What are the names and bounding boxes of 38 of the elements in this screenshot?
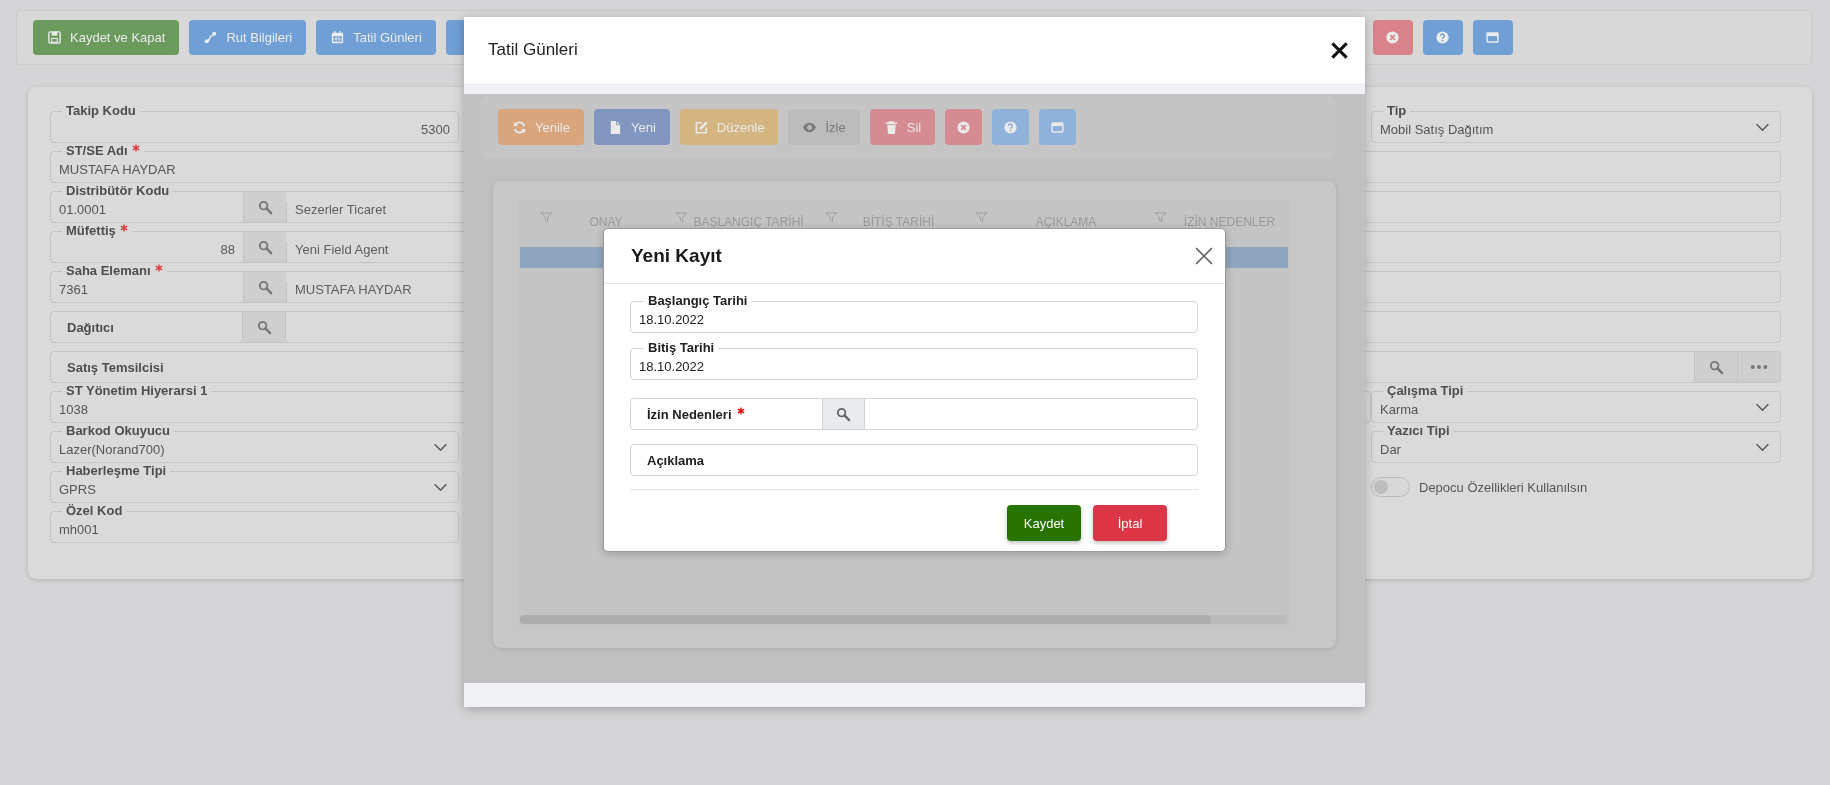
field-label: Açıklama: [647, 452, 705, 468]
field-value: Mobil Satış Dağıtım: [1379, 122, 1495, 139]
field-value: Dar: [1379, 442, 1402, 459]
field-label: Çalışma Tipi: [1383, 384, 1468, 398]
modal-title: Tatil Günleri: [488, 40, 578, 60]
field-value: 7361: [58, 282, 89, 299]
field-value: Karma: [1379, 402, 1420, 419]
field-value: Lazer(Norand700): [58, 442, 166, 459]
field-value: GPRS: [58, 482, 97, 499]
field-value: 18.10.2022: [638, 359, 706, 376]
field-label: Yazıcı Tipi: [1383, 424, 1454, 438]
field-value: 01.0001: [58, 202, 107, 219]
field-value: 88: [219, 242, 236, 259]
field-label: Saha Elemanı: [62, 264, 167, 278]
field-value: mh001: [58, 522, 100, 539]
field-label: Tip: [1383, 104, 1411, 118]
toggle-label: Depocu Özellikleri Kullanılsın: [1419, 479, 1588, 495]
field-label: Başlangıç Tarihi: [644, 294, 752, 308]
field-value: MUSTAFA HAYDAR: [58, 162, 177, 179]
field-label: ST Yönetim Hiyerarsi 1: [62, 384, 212, 398]
field-label: Satış Temsilcisi: [67, 359, 164, 375]
field-label: İzin Nedenleri: [647, 406, 745, 422]
field-value: 5300: [420, 122, 451, 139]
field-value: 18.10.2022: [638, 312, 706, 329]
field-label: Dağıtıcı: [67, 319, 114, 335]
field-label: Özel Kod: [62, 504, 127, 518]
field-label: Müfettiş: [62, 224, 132, 238]
field-value: Sezerler Ticaret: [286, 202, 395, 222]
field-value: MUSTAFA HAYDAR: [286, 282, 420, 302]
field-value: Yeni Field Agent: [286, 242, 397, 262]
field-label: Distribütör Kodu: [62, 184, 174, 198]
dialog-title: Yeni Kayıt: [631, 245, 722, 267]
field-label: Bitiş Tarihi: [644, 341, 719, 355]
field-label: Takip Kodu: [62, 104, 140, 118]
field-label: Barkod Okuyucu: [62, 424, 175, 438]
field-label: Haberleşme Tipi: [62, 464, 171, 478]
field-value: 1038: [58, 402, 89, 419]
field-label: ST/SE Adı: [62, 144, 144, 158]
